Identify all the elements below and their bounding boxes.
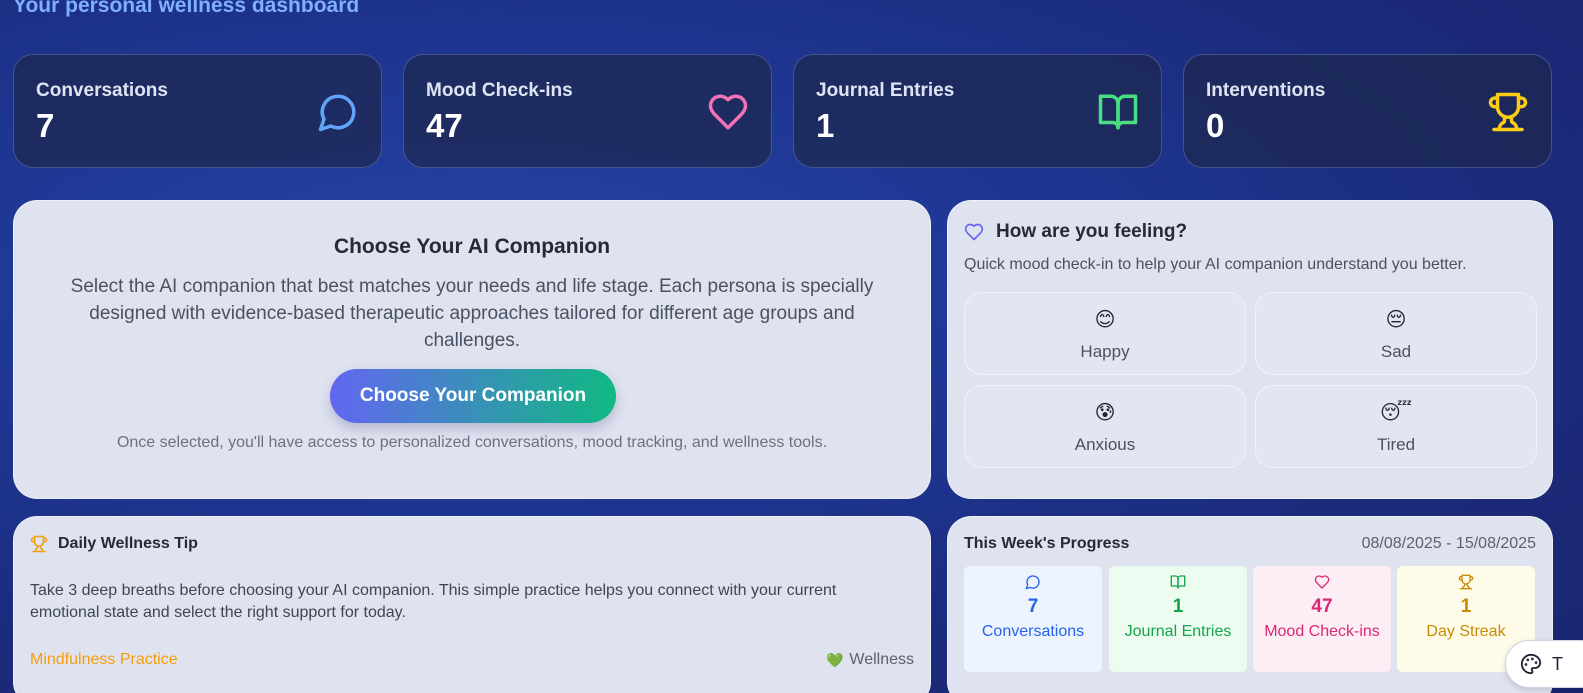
progress-label: Conversations	[981, 623, 1085, 640]
mood-option-happy[interactable]: 😊 Happy	[964, 292, 1246, 375]
anxious-emoji-icon: 😰	[1094, 402, 1116, 424]
companion-panel: Choose Your AI Companion Select the AI c…	[13, 200, 931, 499]
stat-card-conversations: Conversations 7	[13, 54, 382, 168]
theme-toggle-button[interactable]: T	[1505, 640, 1583, 688]
daily-tip-panel: Daily Wellness Tip Take 3 deep breaths b…	[13, 516, 931, 693]
book-icon	[1170, 575, 1186, 589]
palette-icon	[1520, 653, 1542, 675]
mood-option-label: Sad	[1380, 342, 1412, 361]
stat-card-interventions: Interventions 0	[1183, 54, 1552, 168]
progress-label: Day Streak	[1426, 623, 1506, 640]
companion-title: Choose Your AI Companion	[333, 235, 611, 258]
mood-checkin-panel: How are you feeling? Quick mood check-in…	[947, 200, 1553, 499]
green-heart-icon: 💚	[825, 651, 844, 668]
stat-label: Mood Check-ins	[426, 80, 573, 101]
tip-category: Mindfulness Practice	[30, 651, 178, 668]
tip-tag: 💚 Wellness	[826, 651, 914, 669]
heart-icon	[1314, 575, 1330, 589]
stat-card-journal-entries: Journal Entries 1	[793, 54, 1162, 168]
choose-companion-button[interactable]: Choose Your Companion	[330, 369, 616, 423]
companion-description: Select the AI companion that best matche…	[70, 276, 874, 351]
progress-date-range: 08/08/2025 - 15/08/2025	[1361, 535, 1536, 552]
book-icon	[1098, 94, 1138, 130]
sad-emoji-icon: 😔	[1385, 309, 1407, 331]
progress-card-journal-entries: 1 Journal Entries	[1109, 566, 1247, 672]
mood-option-label: Tired	[1376, 435, 1416, 454]
page-subtitle: Your personal wellness dashboard	[13, 0, 360, 17]
weekly-progress-panel: This Week's Progress 08/08/2025 - 15/08/…	[947, 516, 1553, 693]
stat-value: 1	[816, 107, 835, 144]
happy-emoji-icon: 😊	[1094, 309, 1116, 331]
stat-value: 0	[1206, 107, 1225, 144]
mood-subtitle: Quick mood check-in to help your AI comp…	[964, 256, 1467, 273]
mood-title: How are you feeling?	[996, 221, 1188, 242]
mood-option-tired[interactable]: 😴 Tired	[1255, 385, 1537, 468]
progress-label: Mood Check-ins	[1264, 623, 1380, 640]
stat-value: 47	[426, 107, 463, 144]
stat-label: Interventions	[1206, 80, 1326, 101]
progress-value: 7	[1027, 596, 1039, 617]
mood-option-sad[interactable]: 😔 Sad	[1255, 292, 1537, 375]
progress-card-mood-checkins: 47 Mood Check-ins	[1253, 566, 1391, 672]
chat-bubble-icon	[1025, 575, 1040, 590]
tip-title: Daily Wellness Tip	[58, 535, 198, 552]
trophy-icon	[1488, 92, 1528, 132]
mood-option-anxious[interactable]: 😰 Anxious	[964, 385, 1246, 468]
progress-label: Journal Entries	[1124, 623, 1232, 640]
progress-value: 47	[1311, 596, 1333, 617]
stat-label: Conversations	[36, 80, 168, 101]
chat-bubble-icon	[318, 94, 356, 132]
progress-title: This Week's Progress	[964, 535, 1130, 552]
tip-text: Take 3 deep breaths before choosing your…	[30, 582, 837, 621]
tired-emoji-icon: 😴	[1379, 402, 1413, 424]
stat-card-mood-checkins: Mood Check-ins 47	[403, 54, 772, 168]
progress-card-conversations: 7 Conversations	[964, 566, 1102, 672]
companion-note: Once selected, you'll have access to per…	[116, 434, 828, 451]
stat-value: 7	[36, 107, 55, 144]
progress-value: 1	[1172, 596, 1184, 617]
mood-option-label: Happy	[1080, 342, 1130, 361]
trophy-icon	[30, 535, 48, 553]
heart-icon	[964, 223, 984, 241]
tip-tag-label: Wellness	[849, 651, 914, 668]
stat-label: Journal Entries	[816, 80, 955, 101]
theme-toggle-label: T	[1552, 653, 1563, 674]
progress-value: 1	[1460, 596, 1472, 617]
mood-option-label: Anxious	[1074, 435, 1136, 454]
trophy-icon	[1458, 574, 1474, 590]
heart-icon	[708, 94, 748, 130]
